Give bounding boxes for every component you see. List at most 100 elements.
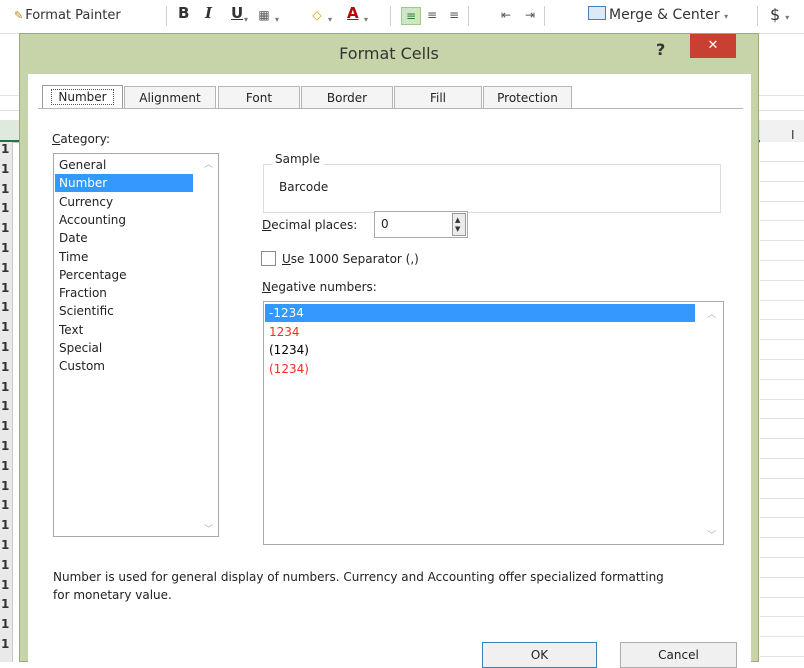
tab-protection[interactable]: Protection xyxy=(483,86,572,108)
scroll-up-icon[interactable]: ︿ xyxy=(707,307,716,320)
row-header-label[interactable]: 1 xyxy=(1,281,9,295)
category-item-scientific[interactable]: Scientific xyxy=(55,302,222,320)
fill-color-dropdown-icon[interactable]: ▾ xyxy=(328,8,332,26)
grid-line xyxy=(760,438,804,440)
font-color-icon[interactable]: A xyxy=(347,4,359,22)
align-center-icon[interactable]: ≡ xyxy=(423,7,441,23)
separator-label-text: se 1000 Separator (,) xyxy=(290,252,419,266)
row-header-label[interactable]: 1 xyxy=(1,399,9,413)
decimal-places-value[interactable]: 0 xyxy=(381,217,389,231)
row-header-label[interactable]: 1 xyxy=(1,261,9,275)
help-button[interactable]: ? xyxy=(656,40,665,59)
ribbon-separator xyxy=(544,6,545,26)
scroll-up-icon[interactable]: ︿ xyxy=(204,157,213,170)
grid-line xyxy=(760,458,804,459)
row-header-label[interactable]: 1 xyxy=(1,479,9,493)
use-1000-separator-label[interactable]: Use 1000 Separator (,) xyxy=(282,252,419,266)
row-header-label[interactable]: 1 xyxy=(1,182,9,196)
cancel-button[interactable]: Cancel xyxy=(620,642,737,668)
borders-icon[interactable]: ▦ xyxy=(255,7,273,23)
row-header-label[interactable]: 1 xyxy=(1,142,9,156)
row-header-label[interactable]: 1 xyxy=(1,300,9,314)
negative-number-option[interactable]: (1234) xyxy=(265,341,695,359)
increase-indent-icon[interactable]: ⇥ xyxy=(521,7,539,23)
category-item-accounting[interactable]: Accounting xyxy=(55,211,222,229)
fill-color-icon[interactable]: ◇ xyxy=(308,7,326,23)
negative-numbers-list[interactable]: -1234 1234 (1234) (1234) ︿ ﹀ xyxy=(263,301,724,545)
negative-number-option[interactable]: -1234 xyxy=(265,304,695,322)
row-header-label[interactable]: 1 xyxy=(1,578,9,592)
negative-number-option[interactable]: 1234 xyxy=(265,323,695,341)
row-header-label[interactable]: 1 xyxy=(1,459,9,473)
row-header-label[interactable]: 1 xyxy=(1,340,9,354)
scroll-down-icon[interactable]: ﹀ xyxy=(204,522,213,535)
row-header-label[interactable]: 1 xyxy=(1,617,9,631)
sample-value: Barcode xyxy=(279,180,329,194)
row-header-label[interactable]: 1 xyxy=(1,360,9,374)
row-header-label[interactable]: 1 xyxy=(1,498,9,512)
category-list[interactable]: General Number Currency Accounting Date Time P… xyxy=(53,153,219,537)
tab-alignment[interactable]: Alignment xyxy=(124,86,216,108)
stepper-up-icon[interactable]: ▲ xyxy=(455,216,460,224)
borders-dropdown-icon[interactable]: ▾ xyxy=(275,8,279,26)
row-header-label[interactable]: 1 xyxy=(1,597,9,611)
format-cells-dialog: Format Cells ? ✕ Number Alignment Font B… xyxy=(19,33,759,668)
category-item-general[interactable]: General xyxy=(55,156,222,174)
row-header-label[interactable]: 1 xyxy=(1,518,9,532)
sample-box xyxy=(263,164,721,213)
row-header-label[interactable]: 1 xyxy=(1,201,9,215)
grid-line xyxy=(760,161,804,162)
dialog-titlebar[interactable]: Format Cells ? ✕ xyxy=(20,34,758,74)
excel-ribbon: ✎ Format Painter B I U ▾ ▦ ▾ ◇ ▾ A ▾ ≡ ≡ … xyxy=(0,0,804,33)
row-header-label[interactable]: 1 xyxy=(1,320,9,334)
category-item-special[interactable]: Special xyxy=(55,339,222,357)
row-header-label[interactable]: 1 xyxy=(1,558,9,572)
tab-fill[interactable]: Fill xyxy=(394,86,482,108)
use-1000-separator-checkbox[interactable] xyxy=(261,251,276,266)
dialog-body: Number Alignment Font Border Fill Protec… xyxy=(28,74,751,668)
category-item-date[interactable]: Date xyxy=(55,229,222,247)
merge-dropdown-icon[interactable]: ▾ xyxy=(724,12,728,21)
category-item-time[interactable]: Time xyxy=(55,248,222,266)
category-item-number[interactable]: Number xyxy=(55,174,193,193)
grid-line xyxy=(760,378,804,380)
grid-line xyxy=(760,398,804,400)
close-icon[interactable]: ✕ xyxy=(690,34,736,58)
row-header-label[interactable]: 1 xyxy=(1,637,9,651)
category-item-text[interactable]: Text xyxy=(55,321,222,339)
merge-center-button[interactable]: Merge & Center ▾ xyxy=(588,6,728,23)
negative-number-option[interactable]: (1234) xyxy=(265,360,695,378)
tab-number[interactable]: Number xyxy=(42,85,123,109)
row-header-label[interactable]: 1 xyxy=(1,538,9,552)
ok-button[interactable]: OK xyxy=(482,642,597,668)
stepper-down-icon[interactable]: ▼ xyxy=(455,225,460,233)
row-header-label[interactable]: 1 xyxy=(1,380,9,394)
paintbrush-icon: ✎ xyxy=(14,9,24,22)
tab-border[interactable]: Border xyxy=(301,86,393,108)
category-item-percentage[interactable]: Percentage xyxy=(55,266,222,284)
row-header-label[interactable]: 1 xyxy=(1,419,9,433)
row-header-label[interactable]: 1 xyxy=(1,162,9,176)
align-left-icon[interactable]: ≡ xyxy=(401,7,421,25)
category-item-currency[interactable]: Currency xyxy=(55,193,222,211)
category-item-custom[interactable]: Custom xyxy=(55,357,222,375)
format-painter-button[interactable]: ✎ Format Painter xyxy=(14,8,121,23)
underline-dropdown-icon[interactable]: ▾ xyxy=(244,8,248,26)
accounting-format-button[interactable]: $ ▾ xyxy=(770,5,789,24)
description-line-2: for monetary value. xyxy=(53,588,172,602)
row-header-label[interactable]: 1 xyxy=(1,221,9,235)
underline-button[interactable]: U xyxy=(231,4,243,22)
row-header-label[interactable]: 1 xyxy=(1,439,9,453)
row-header-label[interactable]: 1 xyxy=(1,241,9,255)
tab-font[interactable]: Font xyxy=(218,86,300,108)
align-right-icon[interactable]: ≡ xyxy=(445,7,463,23)
bold-button[interactable]: B xyxy=(178,4,189,22)
accounting-dropdown-icon[interactable]: ▾ xyxy=(785,13,789,22)
sample-label: Sample xyxy=(272,152,323,166)
category-item-fraction[interactable]: Fraction xyxy=(55,284,222,302)
italic-button[interactable]: I xyxy=(205,4,212,22)
decimal-places-stepper[interactable]: 0 ▲ ▼ xyxy=(374,211,468,238)
font-color-dropdown-icon[interactable]: ▾ xyxy=(364,8,368,26)
decrease-indent-icon[interactable]: ⇤ xyxy=(497,7,515,23)
scroll-down-icon[interactable]: ﹀ xyxy=(707,528,716,541)
